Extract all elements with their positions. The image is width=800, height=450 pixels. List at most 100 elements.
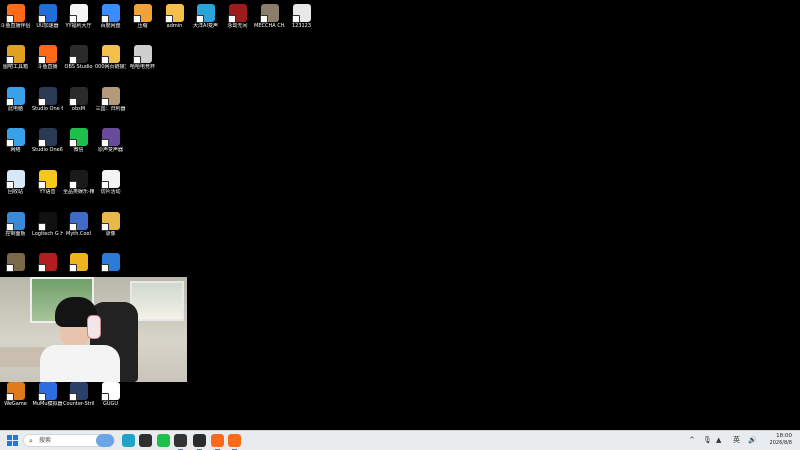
desktop-icon-label: 000网页链接文件夹失... — [95, 64, 126, 70]
desktop-icon[interactable]: WeGame — [0, 380, 31, 420]
obs-icon — [68, 87, 88, 106]
desktop-icon[interactable]: UU加速器 — [32, 2, 63, 42]
widgets-icon[interactable] — [96, 434, 114, 447]
compress-icon — [132, 4, 152, 23]
desktop-icon[interactable]: obsM — [63, 85, 94, 125]
game-launcher-icon — [68, 253, 88, 272]
desktop-icon-label: 三国：归利器 — [95, 106, 126, 112]
desktop-icon-label: MuMu模拟器 — [32, 401, 63, 407]
desktop-icon[interactable]: Myth.Cool — [63, 210, 94, 250]
desktop-icon[interactable]: 此电脑 — [0, 85, 31, 125]
desktop-icon[interactable]: 永劫无间 — [222, 2, 253, 42]
studio-one-icon — [37, 128, 57, 147]
clock-time: 18:00 — [776, 433, 792, 439]
desktop-icon[interactable]: 压缩 — [127, 2, 158, 42]
desktop-icon[interactable]: 网络 — [0, 126, 31, 166]
desktop-icon-label: 斗鱼直播 — [37, 64, 58, 70]
desktop-icon[interactable]: 斗鱼直播伴侣 — [0, 2, 31, 42]
wechat-icon — [68, 128, 88, 147]
desktop-icon[interactable]: 哈哈电竞杯 — [127, 43, 158, 83]
desktop-icon[interactable]: 全品类娱乐-精粹电竞 — [63, 168, 94, 208]
desktop-icon[interactable]: 切片活动 — [95, 168, 126, 208]
desktop-icon[interactable]: GUGU — [95, 380, 126, 420]
desktop-icon[interactable]: admin — [159, 2, 190, 42]
desktop-icon[interactable]: Studio One6 一键安装包 — [32, 126, 63, 166]
video-folder-icon — [100, 212, 120, 231]
desktop-icon[interactable]: 图吧工具箱 — [0, 43, 31, 83]
myth-cool-icon — [68, 212, 88, 231]
desktop-icon[interactable]: 三国：归利器 — [95, 85, 126, 125]
this-pc-icon — [5, 87, 25, 106]
image-file-icon — [132, 45, 152, 64]
uu-accelerator-icon — [37, 4, 57, 23]
mumu-emulator-icon — [37, 382, 57, 401]
desktop-icon-label: 斗鱼直播伴侣 — [0, 23, 31, 29]
desktop-icon[interactable]: MuMu模拟器 — [32, 380, 63, 420]
media-player-icon[interactable] — [174, 434, 187, 450]
desktop-icon-label: obsM — [71, 106, 86, 112]
windows-start-icon[interactable] — [7, 435, 19, 447]
wechat-icon[interactable] — [157, 434, 170, 447]
obs-icon[interactable] — [193, 434, 206, 450]
voice-changer-icon — [195, 4, 215, 23]
desktop-icon-label: admin — [166, 23, 183, 29]
taskbar: ⌕ 搜索 ^ 🎙 ▲ 英 🔊 18:00 2026/8/8 — [0, 430, 800, 450]
network-icon — [5, 128, 25, 147]
desktop-icon[interactable]: 原声变声器 — [95, 126, 126, 166]
desktop-icon-label: OBS Studio — [64, 64, 93, 70]
desktop-icon-label: 切片活动 — [100, 189, 121, 195]
desktop-icon[interactable]: 控制面板 — [0, 210, 31, 250]
desktop-icon[interactable]: MECCHA CHAMELE... — [254, 2, 285, 42]
webcam-person-body — [40, 345, 120, 382]
desktop-icon[interactable]: Logitech G HUB — [32, 210, 63, 250]
voice-changer-icon — [100, 128, 120, 147]
desktop-icon-label: 永劫无间 — [227, 23, 248, 29]
desktop-icon-label: YY语音 — [39, 189, 56, 195]
desktop-icon-label: UU加速器 — [36, 23, 59, 29]
meccha-chameleon-icon — [259, 4, 279, 23]
desktop-icon-label: 录像 — [105, 231, 116, 237]
headphones-icon — [87, 315, 101, 339]
desktop-icon[interactable]: 百度网盘 — [95, 2, 126, 42]
recycle-bin-icon — [5, 170, 25, 189]
cs2-icon — [68, 382, 88, 401]
sanguo-game-icon — [100, 87, 120, 106]
desktop-icon-label: Logitech G HUB — [32, 231, 63, 237]
douyu-app-icon[interactable] — [211, 434, 224, 450]
desktop-icon-label: Studio One 6 — [32, 106, 63, 112]
desktop-icon[interactable]: Counter-Strike 2 — [63, 380, 94, 420]
desktop-icon[interactable]: 000网页链接文件夹失... — [95, 43, 126, 83]
tray-chevron-icon[interactable]: ^ — [689, 436, 695, 445]
game-app-icon — [100, 253, 120, 272]
search-icon: ⌕ — [29, 437, 33, 445]
desktop-icon[interactable]: 123123 — [286, 2, 317, 42]
logitech-ghub-icon — [37, 212, 57, 231]
desktop-icon[interactable]: 大洋AI变声 — [190, 2, 221, 42]
pubg-game-icon — [5, 253, 25, 272]
desktop-icon-label: 图吧工具箱 — [2, 64, 28, 70]
desktop-icon-label: 此电脑 — [7, 106, 23, 112]
clock[interactable]: 18:00 2026/8/8 — [770, 433, 792, 447]
desktop-icon[interactable]: YY福利大厅 — [63, 2, 94, 42]
speaker-icon[interactable]: 🔊 — [748, 436, 757, 445]
network-icon[interactable]: ▲ — [716, 436, 721, 445]
desktop-icon[interactable]: Studio One 6 — [32, 85, 63, 125]
webcam-sofa — [0, 347, 45, 367]
douyu-live-icon[interactable] — [228, 434, 241, 450]
desktop-icon[interactable]: 斗鱼直播 — [32, 43, 63, 83]
desktop-icon[interactable]: YY语音 — [32, 168, 63, 208]
folder-icon — [100, 45, 120, 64]
desktop-icon-label: 大洋AI变声 — [193, 23, 218, 29]
webcam-window-scene — [130, 281, 184, 321]
desktop-icon[interactable]: 录像 — [95, 210, 126, 250]
obs-icon — [68, 45, 88, 64]
desktop-icon[interactable]: 微信 — [63, 126, 94, 166]
microphone-icon[interactable]: 🎙 — [703, 436, 712, 445]
terminal-icon[interactable] — [139, 434, 152, 447]
desktop-icon-label: 压缩 — [137, 23, 148, 29]
desktop-icon[interactable]: 回收站 — [0, 168, 31, 208]
ime-indicator[interactable]: 英 — [733, 436, 740, 445]
edge-browser-icon[interactable] — [122, 434, 135, 447]
control-panel-icon — [5, 212, 25, 231]
desktop-icon[interactable]: OBS Studio — [63, 43, 94, 83]
